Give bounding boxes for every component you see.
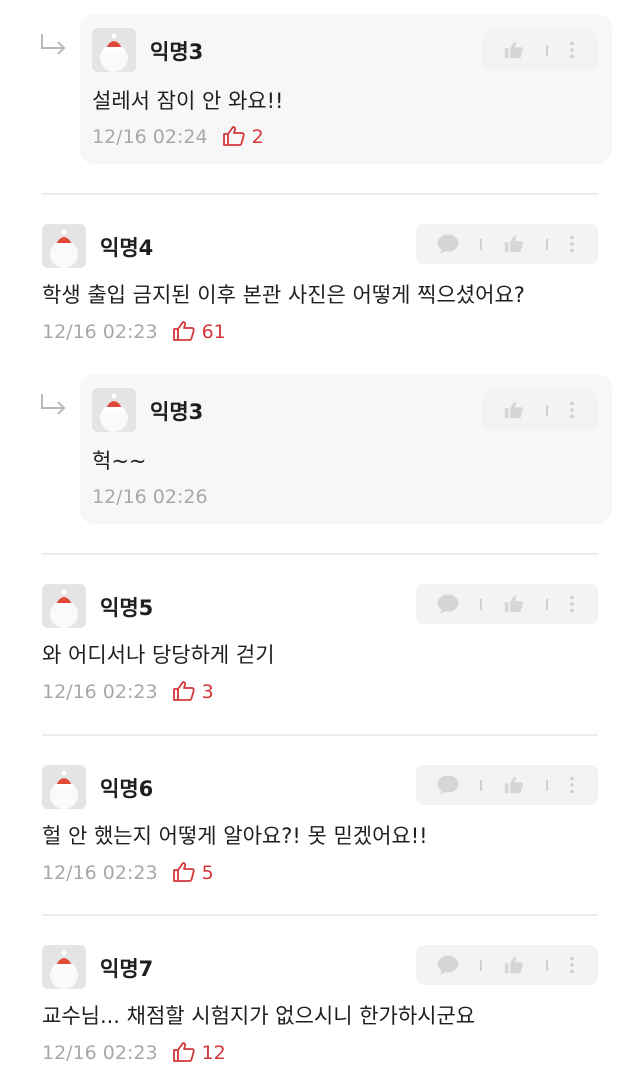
author-name: 익명6 <box>100 777 154 801</box>
timestamp: 12/16 02:23 <box>42 1042 158 1064</box>
comment-button[interactable] <box>428 224 468 264</box>
author-name: 익명4 <box>100 236 154 260</box>
reply-arrow-icon <box>41 394 66 415</box>
action-separator <box>546 780 548 791</box>
author-name: 익명5 <box>100 596 154 620</box>
like-button[interactable] <box>494 224 534 264</box>
avatar[interactable] <box>42 584 86 628</box>
action-separator <box>480 780 482 791</box>
comment: 익명7 교수님... 채점할 시험지가 없으시니 한가하시군요 12/16 02… <box>0 915 640 1087</box>
comment-text: 교수님... 채점할 시험지가 없으시니 한가하시군요 <box>42 1004 476 1028</box>
like-button[interactable] <box>494 390 534 430</box>
more-button[interactable] <box>552 390 592 430</box>
timestamp: 12/16 02:24 <box>92 126 208 148</box>
comment-text: 학생 출입 금지된 이후 본관 사진은 어떻게 찍으셨어요? <box>42 283 525 307</box>
vote-count: 61 <box>201 321 226 343</box>
comment-meta: 12/16 02:23 5 <box>42 861 214 885</box>
action-bar <box>482 30 598 70</box>
vertical-dots-icon <box>570 595 574 613</box>
vertical-dots-icon <box>570 235 574 253</box>
comment-text: 와 어디서나 당당하게 걷기 <box>42 643 275 667</box>
thumbs-up-icon <box>504 235 523 253</box>
vote-count: 12 <box>201 1042 226 1064</box>
action-separator <box>480 960 482 971</box>
vertical-dots-icon <box>570 776 574 794</box>
vote-count: 5 <box>201 862 214 884</box>
action-bar <box>416 224 598 264</box>
avatar[interactable] <box>92 28 136 72</box>
comment-meta: 12/16 02:26 <box>92 485 208 509</box>
comment: 익명5 와 어디서나 당당하게 걷기 12/16 02:23 3 <box>0 554 640 714</box>
like-button[interactable] <box>494 765 534 805</box>
author-name: 익명3 <box>150 400 204 424</box>
action-separator <box>480 239 482 250</box>
action-separator <box>546 960 548 971</box>
vote-icon <box>222 126 245 146</box>
action-bar <box>416 584 598 624</box>
action-separator <box>480 599 482 610</box>
more-button[interactable] <box>552 224 592 264</box>
avatar[interactable] <box>42 765 86 809</box>
vote-icon <box>172 862 195 882</box>
avatar[interactable] <box>92 388 136 432</box>
comment-button[interactable] <box>428 584 468 624</box>
thumbs-up-icon <box>504 41 523 59</box>
thumbs-up-icon <box>504 595 523 613</box>
author-name: 익명3 <box>150 40 204 64</box>
comment-meta: 12/16 02:23 3 <box>42 680 214 704</box>
speech-bubble-icon <box>437 594 459 614</box>
more-button[interactable] <box>552 945 592 985</box>
comment: 익명6 헐 안 했는지 어떻게 알아요?! 못 믿겠어요!! 12/16 02:… <box>0 735 640 895</box>
action-bar <box>416 765 598 805</box>
comment-meta: 12/16 02:23 61 <box>42 320 226 344</box>
speech-bubble-icon <box>437 234 459 254</box>
vote-icon <box>172 681 195 701</box>
action-bar <box>416 945 598 985</box>
author-name: 익명7 <box>100 957 154 981</box>
more-button[interactable] <box>552 584 592 624</box>
vote-icon <box>172 1042 195 1062</box>
comment: 익명4 학생 출입 금지된 이후 본관 사진은 어떻게 찍으셨어요? 12/16… <box>0 194 640 354</box>
action-separator <box>546 45 548 56</box>
action-separator <box>546 405 548 416</box>
timestamp: 12/16 02:23 <box>42 321 158 343</box>
comment-button[interactable] <box>428 945 468 985</box>
like-button[interactable] <box>494 945 534 985</box>
reply-box: 익명3 설레서 잠이 안 와요!! 12/16 02:24 2 <box>80 14 612 164</box>
thumbs-up-icon <box>504 776 523 794</box>
speech-bubble-icon <box>437 955 459 975</box>
more-button[interactable] <box>552 765 592 805</box>
reply-box: 익명3 헉~~ 12/16 02:26 <box>80 374 612 524</box>
timestamp: 12/16 02:23 <box>42 681 158 703</box>
vertical-dots-icon <box>570 956 574 974</box>
avatar[interactable] <box>42 945 86 989</box>
like-button[interactable] <box>494 30 534 70</box>
comment-meta: 12/16 02:23 12 <box>42 1041 226 1065</box>
vote-icon <box>172 321 195 341</box>
speech-bubble-icon <box>437 775 459 795</box>
action-separator <box>546 599 548 610</box>
vertical-dots-icon <box>570 41 574 59</box>
timestamp: 12/16 02:23 <box>42 862 158 884</box>
comment-button[interactable] <box>428 765 468 805</box>
thumbs-up-icon <box>504 956 523 974</box>
action-separator <box>546 239 548 250</box>
comment-text: 헉~~ <box>92 449 147 473</box>
like-button[interactable] <box>494 584 534 624</box>
action-bar <box>482 390 598 430</box>
comment-text: 헐 안 했는지 어떻게 알아요?! 못 믿겠어요!! <box>42 824 428 848</box>
thumbs-up-icon <box>504 401 523 419</box>
more-button[interactable] <box>552 30 592 70</box>
reply-comment: 익명3 헉~~ 12/16 02:26 <box>0 360 640 540</box>
vertical-dots-icon <box>570 401 574 419</box>
vote-count: 2 <box>251 126 264 148</box>
comment-meta: 12/16 02:24 2 <box>92 125 264 149</box>
reply-comment: 익명3 설레서 잠이 안 와요!! 12/16 02:24 2 <box>0 0 640 180</box>
reply-arrow-icon <box>41 34 66 55</box>
vote-count: 3 <box>201 681 214 703</box>
comment-text: 설레서 잠이 안 와요!! <box>92 89 284 113</box>
timestamp: 12/16 02:26 <box>92 486 208 508</box>
avatar[interactable] <box>42 224 86 268</box>
